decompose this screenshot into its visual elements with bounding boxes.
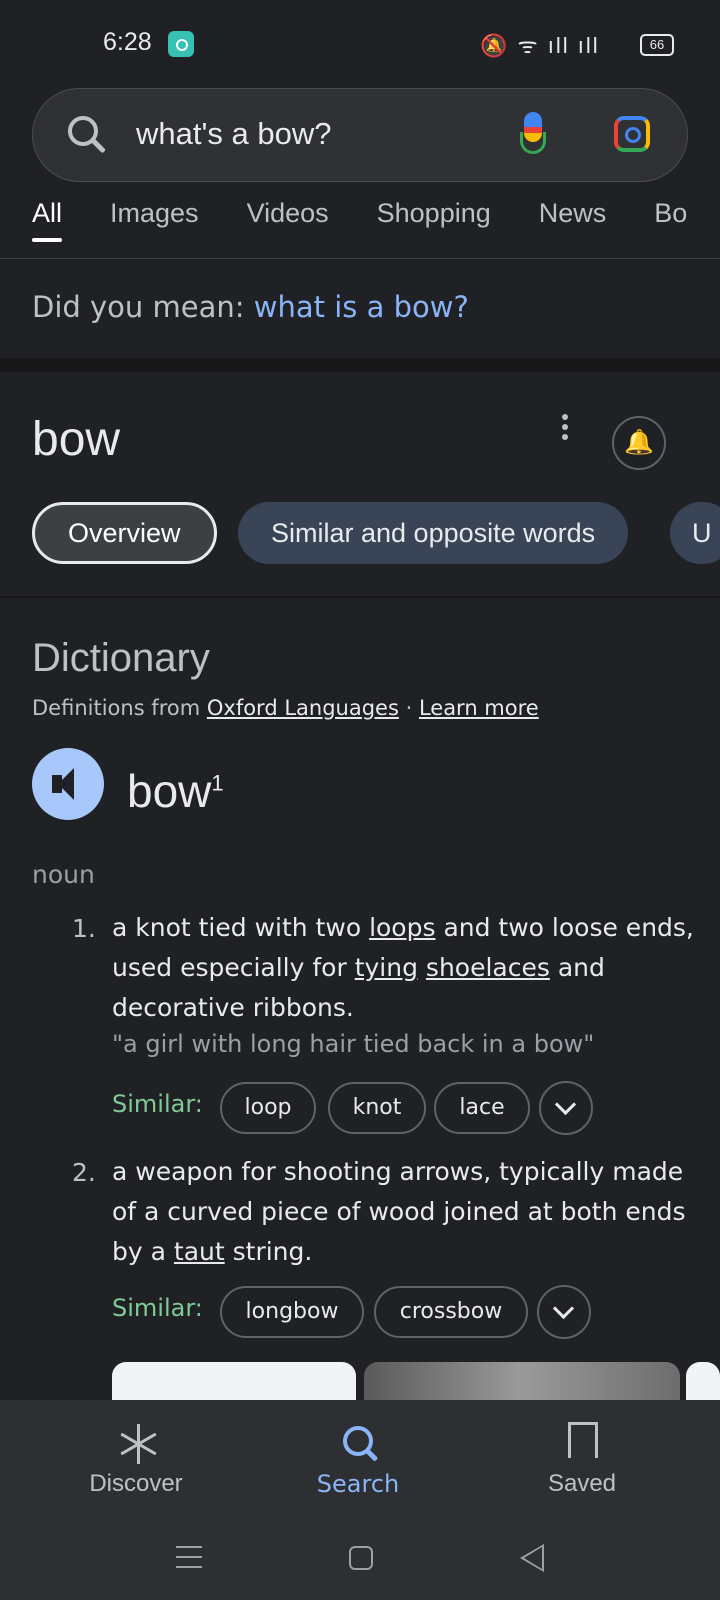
definition-line: by a taut string.: [112, 1232, 712, 1272]
section-divider: [0, 596, 720, 598]
section-divider: [0, 358, 720, 372]
word-link-tying[interactable]: tying: [355, 953, 418, 982]
tab-images[interactable]: Images: [110, 196, 199, 244]
nav-discover[interactable]: Discover: [76, 1470, 196, 1498]
source-separator: ·: [398, 696, 419, 720]
word-link-shoelaces[interactable]: shoelaces: [426, 953, 550, 982]
part-of-speech: noun: [32, 860, 95, 889]
similar-label: Similar:: [112, 1294, 203, 1322]
chip-overview[interactable]: Overview: [32, 502, 217, 564]
usage-example: "a girl with long hair tied back in a bo…: [112, 1030, 595, 1058]
learn-more-link[interactable]: Learn more: [419, 696, 539, 720]
nav-search[interactable]: Search: [298, 1470, 418, 1498]
search-bar[interactable]: [32, 88, 688, 182]
back-button-icon[interactable]: [520, 1544, 544, 1572]
battery-icon: 66: [640, 34, 674, 56]
definition-number: 2.: [72, 1158, 96, 1187]
source-prefix: Definitions from: [32, 696, 207, 720]
definition-text: by a: [112, 1237, 174, 1266]
tab-shopping[interactable]: Shopping: [377, 196, 491, 244]
tab-all[interactable]: All: [32, 196, 63, 244]
definition-text: a knot tied with two: [112, 913, 370, 942]
oxford-languages-link[interactable]: Oxford Languages: [207, 696, 399, 720]
word-link-loops[interactable]: loops: [369, 913, 435, 942]
recent-apps-icon[interactable]: [176, 1546, 202, 1576]
notification-bell-icon[interactable]: 🔔: [612, 416, 666, 470]
did-you-mean-link[interactable]: what is a bow?: [254, 290, 469, 324]
bow-image-thumbnail[interactable]: [686, 1362, 720, 1402]
bow-image-thumbnail[interactable]: [364, 1362, 680, 1402]
definition-line: a knot tied with two loops and two loose…: [112, 908, 712, 948]
did-you-mean: Did you mean: what is a bow?: [32, 290, 469, 324]
saved-icon: [568, 1422, 598, 1458]
word-link-taut[interactable]: taut: [174, 1237, 225, 1266]
lens-camera-icon[interactable]: [614, 116, 650, 152]
bow-image-thumbnail[interactable]: [112, 1362, 356, 1402]
chip-more[interactable]: U: [670, 502, 720, 564]
tabs-divider: [0, 258, 720, 259]
word-superscript: 1: [211, 770, 224, 796]
definition-text: and: [549, 953, 605, 982]
similar-word-chip[interactable]: lace: [434, 1082, 530, 1134]
search-icon: [68, 116, 98, 146]
definition-line: of a curved piece of wood joined at both…: [112, 1197, 686, 1226]
search-input[interactable]: what's a bow?: [136, 116, 331, 152]
discover-icon: [118, 1424, 158, 1464]
tab-books[interactable]: Bo: [654, 196, 687, 244]
tab-news[interactable]: News: [539, 196, 607, 244]
definition-text: used especially for: [112, 953, 355, 982]
app-notification-icon: [168, 31, 194, 57]
definition-line: decorative ribbons.: [112, 993, 354, 1022]
definition-text: and two loose ends,: [435, 913, 694, 942]
similar-word-chip[interactable]: crossbow: [374, 1286, 528, 1338]
definition-1: a knot tied with two loops and two loose…: [112, 908, 712, 1028]
status-time: 6:28: [103, 28, 152, 56]
similar-label: Similar:: [112, 1090, 203, 1118]
search-tabs: All Images Videos Shopping News Bo: [32, 196, 720, 244]
did-you-mean-prefix: Did you mean:: [32, 290, 254, 324]
knowledge-title: bow: [32, 413, 121, 466]
more-options-icon[interactable]: [562, 414, 568, 442]
definition-number: 1.: [72, 914, 96, 943]
nav-saved[interactable]: Saved: [522, 1470, 642, 1498]
dictionary-source: Definitions from Oxford Languages · Lear…: [32, 696, 539, 720]
expand-similar-button[interactable]: [537, 1285, 591, 1339]
dictionary-word: bow1: [127, 764, 224, 818]
word-text: bow: [127, 765, 212, 817]
expand-similar-button[interactable]: [539, 1081, 593, 1135]
definition-text: string.: [224, 1237, 313, 1266]
definition-2: a weapon for shooting arrows, typically …: [112, 1152, 712, 1272]
status-icons: 🔕 ᯤ ıll ıll: [480, 33, 600, 58]
tab-videos[interactable]: Videos: [247, 196, 329, 244]
pronunciation-speaker-icon[interactable]: [32, 748, 104, 820]
home-button-icon[interactable]: [349, 1546, 373, 1570]
definition-line: used especially for tying shoelaces and: [112, 948, 712, 988]
dictionary-heading: Dictionary: [32, 636, 210, 680]
similar-word-chip[interactable]: loop: [220, 1082, 316, 1134]
search-icon: [343, 1426, 373, 1456]
similar-word-chip[interactable]: knot: [328, 1082, 426, 1134]
similar-word-chip[interactable]: longbow: [220, 1286, 364, 1338]
chip-similar-opposite[interactable]: Similar and opposite words: [238, 502, 629, 564]
definition-line: a weapon for shooting arrows, typically …: [112, 1157, 684, 1186]
